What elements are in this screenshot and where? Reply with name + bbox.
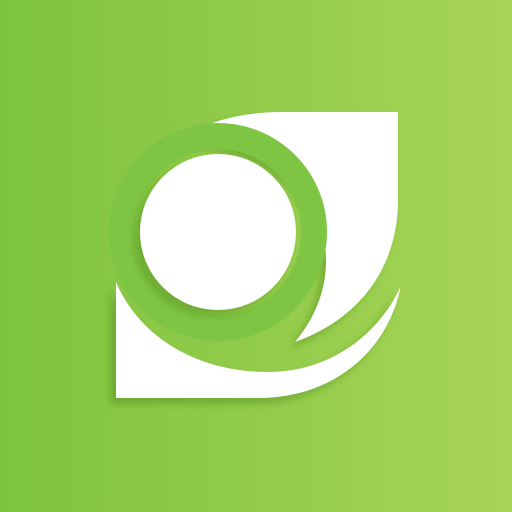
ring-center xyxy=(140,154,296,310)
app-icon xyxy=(0,0,512,512)
logo-svg xyxy=(0,0,512,512)
